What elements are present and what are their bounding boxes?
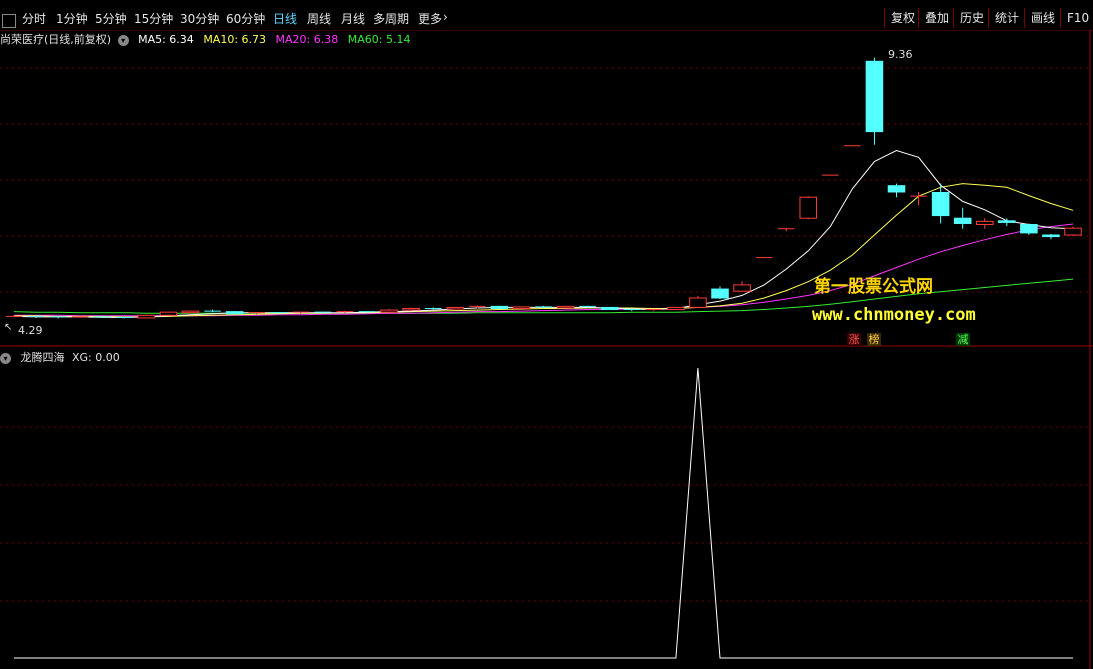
candle-body <box>490 305 509 309</box>
candle-body <box>225 311 244 315</box>
tag-jian[interactable]: 减 <box>956 333 970 346</box>
candle-body <box>733 284 751 292</box>
candle-body <box>887 185 906 193</box>
candle-body <box>137 314 156 319</box>
high-price-label: 9.36 <box>888 48 913 61</box>
candle-body <box>512 306 531 309</box>
ma60-label: MA60: 5.14 <box>347 33 411 46</box>
candle-body <box>667 306 685 311</box>
main-info-bar: 尚荣医疗(日线,前复权) ▾ MA5: 6.34 MA10: 6.73 MA20… <box>0 31 416 47</box>
candle-body <box>931 192 950 217</box>
xg-line <box>14 367 1073 659</box>
ma10-label: MA10: 6.73 <box>203 33 267 46</box>
candle-body <box>998 220 1016 223</box>
candle-body <box>711 288 729 299</box>
indicator-title: 龙腾四海 <box>20 351 65 364</box>
candle-body <box>799 196 818 219</box>
candle-body <box>975 220 994 226</box>
candle-body <box>380 309 398 313</box>
low-price-label: 4.29 <box>18 324 43 337</box>
watermark-url: www.chnmoney.com <box>812 305 976 325</box>
candle-body <box>402 307 420 311</box>
candle-body <box>600 306 619 311</box>
candle-body <box>689 297 707 308</box>
settings-circle-icon[interactable]: ▾ <box>117 34 129 46</box>
candle-body <box>556 305 575 309</box>
watermark-cn: 第一股票公式网 <box>814 277 933 297</box>
ma5-label: MA5: 6.34 <box>138 33 194 46</box>
xg-value: XG: 0.00 <box>72 351 120 364</box>
candle-body <box>865 60 884 133</box>
candle-body <box>1020 224 1038 234</box>
ma20-label: MA20: 6.38 <box>275 33 339 46</box>
candle-body <box>1042 234 1060 238</box>
tag-bang[interactable]: 榜 <box>867 333 881 346</box>
ma20-line <box>14 223 1074 317</box>
candle-body <box>181 310 200 314</box>
low-arrow-icon: ↖ <box>4 322 13 333</box>
candle-body <box>446 306 465 310</box>
indicator-info-bar: ▾ 龙腾四海 XG: 0.00 <box>0 349 126 365</box>
candle-body <box>953 217 972 224</box>
candle-body <box>159 311 178 316</box>
tag-zhang[interactable]: 涨 <box>847 333 861 346</box>
kline-chart[interactable] <box>0 0 1093 669</box>
candle-body <box>1064 227 1082 236</box>
stock-title: 尚荣医疗(日线,前复权) <box>0 33 112 46</box>
indicator-circle-icon[interactable]: ▾ <box>0 352 11 364</box>
